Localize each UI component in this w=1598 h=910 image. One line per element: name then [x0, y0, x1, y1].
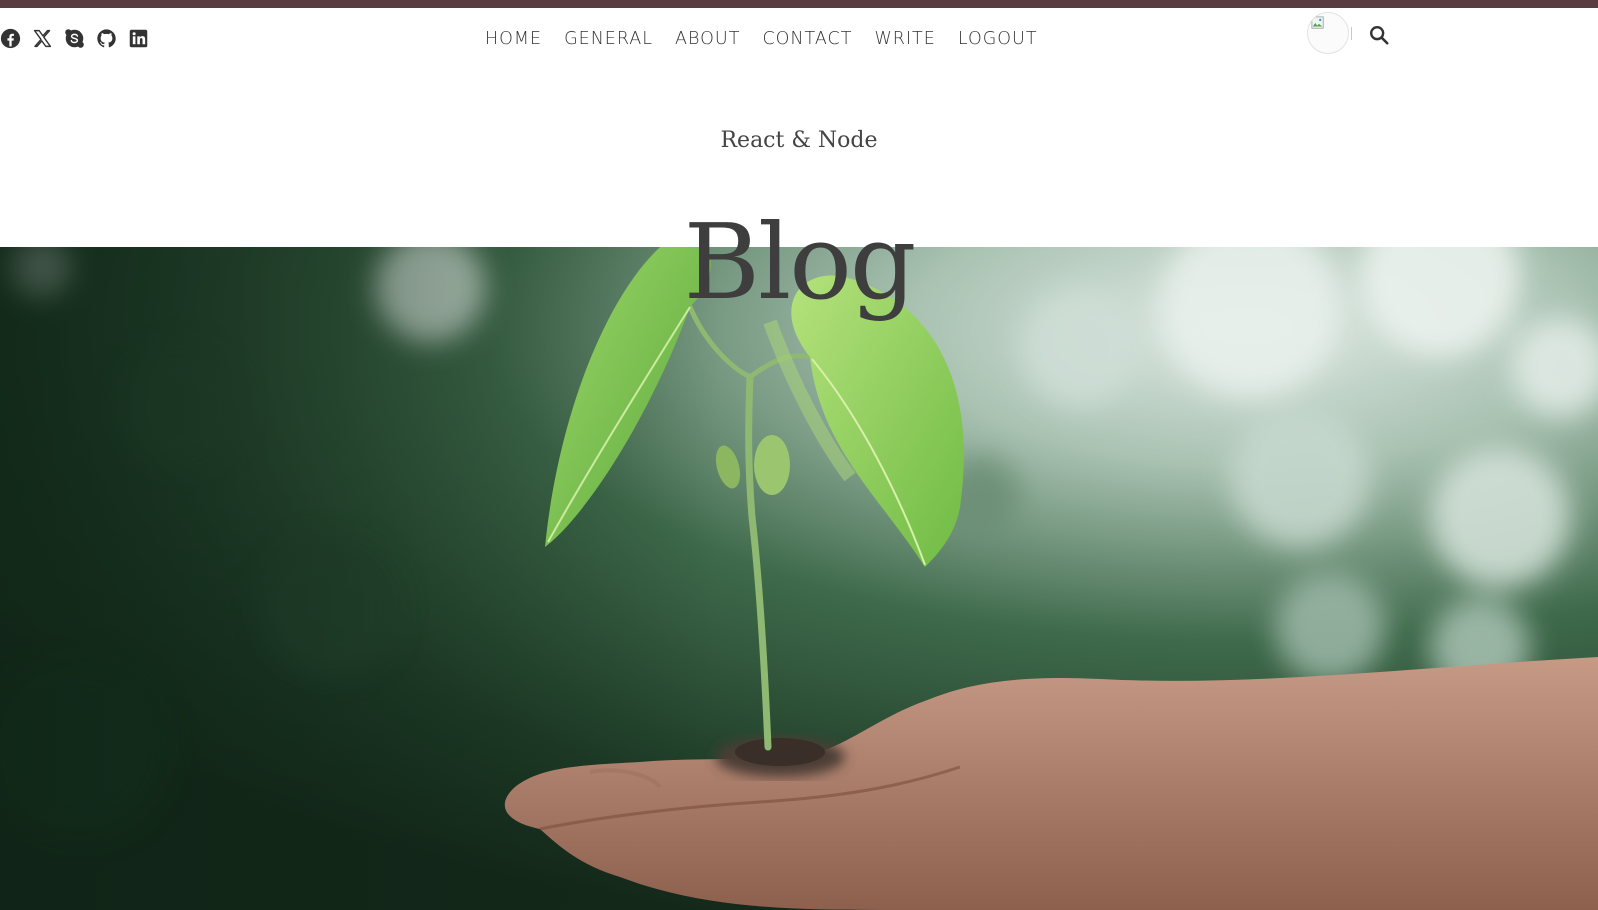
- header-image: [0, 247, 1598, 910]
- search-icon[interactable]: [1368, 24, 1390, 46]
- nav-home[interactable]: HOME: [485, 29, 542, 49]
- nav-about[interactable]: ABOUT: [675, 29, 740, 49]
- linkedin-icon[interactable]: [128, 28, 149, 49]
- facebook-icon[interactable]: [0, 28, 21, 49]
- nav-general[interactable]: GENERAL: [564, 29, 653, 49]
- top-accent-strip: [0, 0, 1598, 8]
- github-icon[interactable]: [96, 28, 117, 49]
- broken-image-icon: [1311, 16, 1324, 29]
- top-navbar: HOME GENERAL ABOUT CONTACT WRITE LOGOUT: [0, 8, 1598, 62]
- nav-logout[interactable]: LOGOUT: [958, 29, 1038, 49]
- header-subtitle: React & Node: [720, 128, 878, 153]
- avatar[interactable]: [1307, 12, 1349, 54]
- blog-title: Blog: [683, 201, 917, 323]
- skype-icon[interactable]: [64, 28, 85, 49]
- social-links: [0, 25, 149, 51]
- nav-contact[interactable]: CONTACT: [762, 29, 852, 49]
- x-twitter-icon[interactable]: [32, 28, 53, 49]
- nav-write[interactable]: WRITE: [874, 29, 935, 49]
- navbar-divider: [1351, 27, 1352, 40]
- main-nav: HOME GENERAL ABOUT CONTACT WRITE LOGOUT: [485, 20, 1038, 58]
